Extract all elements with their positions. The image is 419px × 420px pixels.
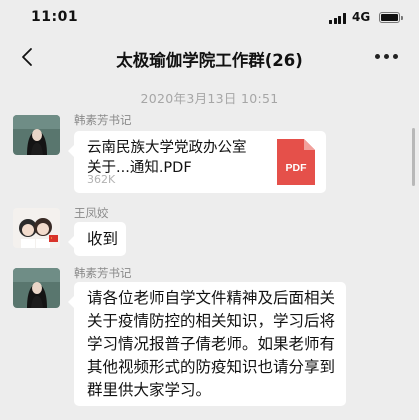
sender-name: 韩素芳书记 <box>74 266 132 280</box>
pdf-file-icon: PDF <box>277 139 315 185</box>
text-message-bubble[interactable]: 请各位老师自学文件精神及后面相关关于疫情防控的相关知识，学习后将学习情况报普子倩… <box>68 282 346 406</box>
chat-title: 太极瑜伽学院工作群(26) <box>116 51 303 70</box>
network-type: 4G <box>352 10 371 24</box>
more-dots-icon[interactable] <box>375 54 399 60</box>
message-timestamp: 2020年3月13日 10:51 <box>140 91 279 106</box>
chat-header: 太极瑜伽学院工作群(26) <box>0 38 419 78</box>
file-size: 362K <box>87 173 116 186</box>
battery-icon <box>379 12 403 23</box>
file-name: 云南民族大学党政办公室关于...通知.PDF <box>87 140 247 176</box>
avatar[interactable] <box>13 208 60 248</box>
message-text: 请各位老师自学文件精神及后面相关关于疫情防控的相关知识，学习后将学习情况报普子倩… <box>87 289 336 399</box>
status-time: 11:01 <box>31 9 79 25</box>
status-bar: 11:01 4G <box>0 0 419 38</box>
message-text: 收到 <box>87 230 119 248</box>
signal-icon <box>329 13 349 24</box>
file-message-card[interactable]: 云南民族大学党政办公室关于...通知.PDF 362K PDF <box>68 131 326 193</box>
back-chevron-icon[interactable] <box>17 46 39 68</box>
pdf-badge: PDF <box>286 162 308 174</box>
scrollbar[interactable] <box>412 128 415 186</box>
sender-name: 韩素芳书记 <box>74 113 132 127</box>
sender-name: 王凤姣 <box>74 206 109 220</box>
avatar[interactable] <box>13 268 60 308</box>
avatar[interactable] <box>13 115 60 155</box>
text-message-bubble[interactable]: 收到 <box>68 222 126 256</box>
